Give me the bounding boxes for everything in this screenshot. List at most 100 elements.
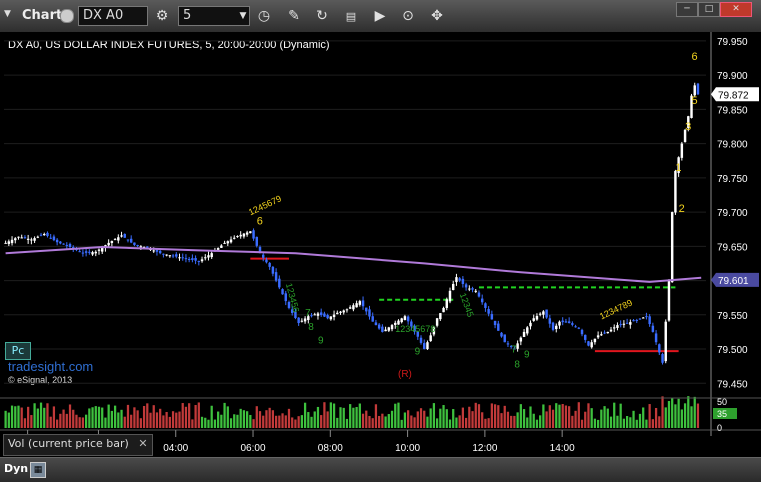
volume-bar xyxy=(274,415,278,428)
candle-body xyxy=(168,255,172,257)
candle-body xyxy=(252,230,255,239)
volume-bar xyxy=(262,415,265,428)
volume-bar xyxy=(455,417,458,428)
candle-body xyxy=(696,83,700,95)
candle-body xyxy=(46,232,49,237)
candle-body xyxy=(680,143,684,158)
status-bar: Dyn ▦ xyxy=(0,457,761,482)
candle-body xyxy=(129,238,133,243)
candle-body xyxy=(538,313,542,315)
candle-body xyxy=(571,323,574,325)
dyn-grid-icon[interactable]: ▦ xyxy=(30,462,46,478)
chart-toolbar: ▼ Chart DX A0 ⚙ 5 ▼ ◷ ✎ ↻ ▤ ▶ ⊙ ✥ ─ □ ✕ xyxy=(0,0,761,33)
volume-bar xyxy=(91,407,94,428)
y-tick-label: 79.850 xyxy=(717,105,748,116)
volume-bar xyxy=(303,402,307,428)
volume-bar xyxy=(175,412,178,428)
volume-bar xyxy=(49,416,52,428)
volume-bar xyxy=(184,406,188,428)
candle-body xyxy=(619,324,622,326)
td-count-label: 6 xyxy=(257,215,263,227)
candle-body xyxy=(464,284,468,288)
candle-body xyxy=(600,334,603,336)
time-template-icon[interactable]: ◷ xyxy=(253,5,275,27)
volume-bar xyxy=(664,407,667,428)
candle-body xyxy=(17,236,20,238)
y-tick-label: 79.750 xyxy=(717,174,748,185)
candle-body xyxy=(194,258,197,261)
replay-icon[interactable]: ▶ xyxy=(369,5,391,27)
candle-body xyxy=(84,251,88,253)
candle-body xyxy=(204,257,207,259)
close-button[interactable]: ✕ xyxy=(720,2,752,17)
price-chart[interactable]: DX A0, US DOLLAR INDEX FUTURES, 5, 20:00… xyxy=(0,32,761,457)
volume-bar xyxy=(384,416,387,428)
volume-study-label[interactable]: Vol (current price bar) ✕ xyxy=(3,434,153,456)
candle-body xyxy=(78,251,81,253)
volume-bar xyxy=(638,413,642,428)
volume-bar xyxy=(284,415,287,428)
volume-bar xyxy=(17,405,20,428)
volume-bar xyxy=(136,410,139,428)
volume-bar xyxy=(497,405,500,428)
crosshair-icon[interactable]: ✥ xyxy=(426,5,448,27)
volume-close-icon[interactable]: ✕ xyxy=(138,437,147,450)
volume-bar xyxy=(233,414,236,428)
refresh-icon[interactable]: ↻ xyxy=(311,5,333,27)
candle-body xyxy=(345,309,349,311)
volume-bar xyxy=(365,410,368,428)
volume-bar xyxy=(323,402,326,428)
volume-bar xyxy=(258,411,262,428)
candle-body xyxy=(81,252,85,254)
volume-bar xyxy=(345,418,349,428)
candle-body xyxy=(94,251,97,254)
candle-body xyxy=(625,322,629,324)
drawing-pencil-icon[interactable]: ✎ xyxy=(283,5,305,27)
volume-bar xyxy=(155,412,159,428)
candle-body xyxy=(613,327,616,329)
candle-body xyxy=(91,252,94,255)
candle-body xyxy=(352,305,355,310)
volume-bar xyxy=(352,407,355,428)
volume-bar xyxy=(693,396,696,428)
candle-body xyxy=(319,312,323,316)
link-status-icon[interactable] xyxy=(60,9,74,23)
maximize-button[interactable]: □ xyxy=(698,2,720,17)
volume-bar xyxy=(10,405,14,428)
symbol-input[interactable]: DX A0 xyxy=(78,6,148,26)
symbol-settings-icon[interactable]: ⚙ xyxy=(151,5,173,27)
volume-bar xyxy=(33,403,36,428)
volume-bar xyxy=(654,407,658,428)
minimize-button[interactable]: ─ xyxy=(676,2,698,17)
volume-bar xyxy=(619,403,622,428)
candle-body xyxy=(171,255,175,257)
interval-dropdown-icon[interactable]: ▼ xyxy=(237,5,249,27)
candle-body xyxy=(281,289,284,295)
pc-button[interactable]: Pc xyxy=(5,342,31,360)
candle-body xyxy=(300,320,304,322)
candle-body xyxy=(439,313,442,320)
x-tick-label: 10:00 xyxy=(395,443,420,454)
y-tick-label: 79.500 xyxy=(717,345,748,356)
candle-body xyxy=(526,327,529,334)
candle-body xyxy=(52,236,56,241)
candle-body xyxy=(68,243,72,248)
volume-bar xyxy=(120,409,123,428)
link-icon[interactable]: ⊙ xyxy=(397,5,419,27)
candle-body xyxy=(26,238,30,240)
studies-icon[interactable]: ▤ xyxy=(340,5,362,27)
candle-body xyxy=(33,238,36,241)
volume-bar xyxy=(84,414,88,428)
volume-bar xyxy=(14,406,17,428)
volume-bar xyxy=(532,413,535,428)
chart-menu-icon[interactable]: ▼ xyxy=(4,9,14,21)
volume-bar xyxy=(339,407,342,428)
volume-bar xyxy=(7,412,10,428)
volume-bar xyxy=(245,411,249,428)
candle-body xyxy=(484,303,487,308)
candle-body xyxy=(400,318,403,323)
volume-bar xyxy=(407,410,410,428)
volume-bar xyxy=(410,415,413,428)
dyn-label[interactable]: Dyn xyxy=(4,462,28,475)
app-label[interactable]: Chart xyxy=(22,8,62,28)
